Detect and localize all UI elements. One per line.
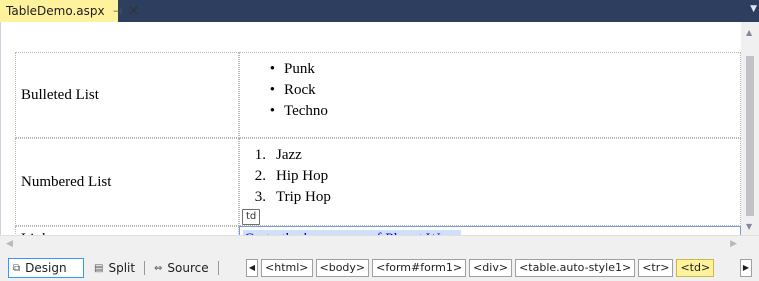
list-item: 3. Trip Hop bbox=[254, 189, 331, 205]
breadcrumb-scroll-left-icon[interactable]: ◀ bbox=[246, 259, 258, 277]
breadcrumb-item[interactable]: <form#form1> bbox=[372, 259, 467, 277]
table-cell-label[interactable]: Bulleted List bbox=[15, 52, 239, 138]
tab-title: TableDemo.aspx bbox=[6, 4, 105, 18]
breadcrumb-item[interactable]: <table.auto-style1> bbox=[515, 259, 636, 277]
breadcrumb-item[interactable]: <body> bbox=[315, 259, 370, 277]
close-icon[interactable]: ✕ bbox=[128, 4, 139, 19]
list-item: 2. Hip Hop bbox=[254, 168, 329, 184]
horizontal-scrollbar[interactable]: ◀ ▶ bbox=[0, 235, 759, 253]
document-tab-strip: TableDemo.aspx ⊣ ✕ ▼ bbox=[0, 0, 759, 22]
divider bbox=[144, 261, 145, 275]
split-icon: ▤ bbox=[94, 262, 104, 274]
design-icon: ⧉ bbox=[13, 262, 21, 274]
numbered-list: 1. Jazz 2. Hip Hop 3. Trip Hop bbox=[250, 145, 331, 208]
td-tag-badge[interactable]: td bbox=[242, 209, 261, 225]
bulleted-list: • Punk • Rock • Techno bbox=[250, 59, 328, 122]
breadcrumb-scroll-right-icon[interactable]: ▶ bbox=[740, 259, 752, 277]
list-item: • Punk bbox=[269, 61, 315, 77]
scroll-right-icon[interactable]: ▶ bbox=[730, 239, 737, 249]
table-cell-label[interactable]: Numbered List bbox=[15, 138, 239, 226]
split-view-button[interactable]: ▤ Split bbox=[92, 258, 140, 278]
design-table: Bulleted List • Punk • Rock • Techno Number… bbox=[15, 52, 741, 252]
design-view-button[interactable]: ⧉ Design bbox=[8, 258, 84, 278]
divider bbox=[218, 261, 219, 275]
scroll-up-icon[interactable]: ▲ bbox=[746, 28, 752, 37]
source-view-button[interactable]: ⇔ Source bbox=[152, 258, 214, 278]
list-item: • Techno bbox=[269, 103, 328, 119]
row-label-numbered-list: Numbered List bbox=[21, 173, 112, 190]
breadcrumb-item[interactable]: <div> bbox=[469, 259, 513, 277]
list-item: • Rock bbox=[269, 82, 316, 98]
row-label-bulleted-list: Bulleted List bbox=[21, 86, 99, 103]
tab-tabledemo-aspx[interactable]: TableDemo.aspx ⊣ ✕ bbox=[0, 0, 139, 22]
breadcrumb-item[interactable]: <html> bbox=[261, 259, 313, 277]
scroll-thumb[interactable] bbox=[746, 56, 754, 216]
tab-overflow-icon[interactable]: ▼ bbox=[750, 4, 757, 14]
scroll-down-icon[interactable]: ▼ bbox=[746, 222, 752, 231]
pin-icon[interactable]: ⊣ bbox=[113, 5, 123, 18]
view-bar: ⧉ Design ▤ Split ⇔ Source ◀ <html> <body… bbox=[0, 253, 759, 281]
vertical-scrollbar[interactable]: ▲ ▼ bbox=[741, 22, 759, 235]
scroll-left-icon[interactable]: ◀ bbox=[6, 239, 13, 249]
table-cell-numbers[interactable]: 1. Jazz 2. Hip Hop 3. Trip Hop td bbox=[239, 138, 741, 226]
table-cell-bullets[interactable]: • Punk • Rock • Techno bbox=[239, 52, 741, 138]
breadcrumb-item[interactable]: <tr> bbox=[638, 259, 674, 277]
tag-breadcrumb: ◀ <html> <body> <form#form1> <div> <tabl… bbox=[246, 259, 715, 277]
breadcrumb-item-active[interactable]: <td> bbox=[676, 259, 715, 277]
source-icon: ⇔ bbox=[154, 262, 163, 274]
design-surface[interactable]: Bulleted List • Punk • Rock • Techno Number… bbox=[0, 22, 759, 252]
list-item: 1. Jazz bbox=[254, 147, 302, 163]
